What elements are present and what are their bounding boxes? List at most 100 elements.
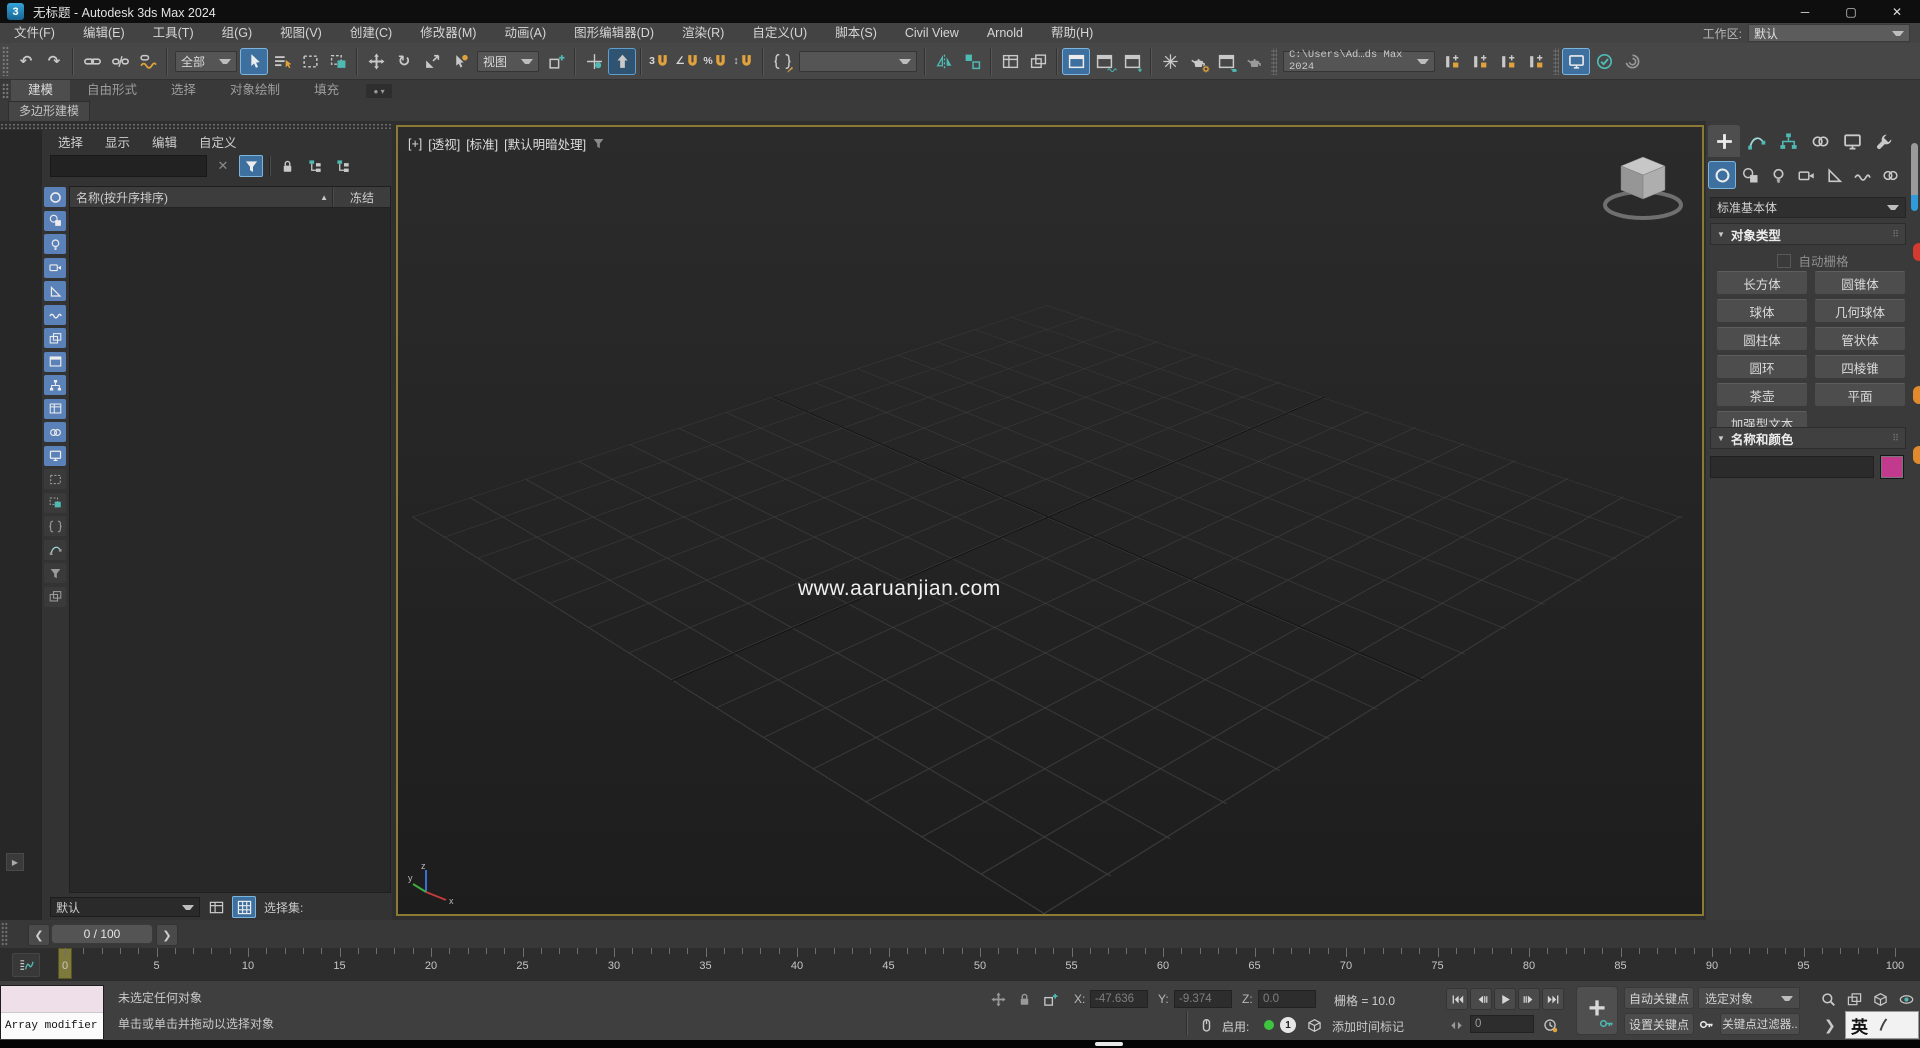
ime-indicator[interactable]: 英 bbox=[1845, 1011, 1919, 1039]
cat-systems-icon[interactable] bbox=[1876, 161, 1904, 189]
curve-editor-icon[interactable] bbox=[1090, 48, 1118, 75]
prev-frame-arrow-icon[interactable]: ❮ bbox=[28, 924, 50, 946]
explorer-menu-显示[interactable]: 显示 bbox=[105, 132, 130, 151]
mouse-icon[interactable] bbox=[1196, 1015, 1216, 1035]
create-button-四棱锥[interactable]: 四棱锥 bbox=[1814, 355, 1906, 379]
toggle-geometry-icon[interactable] bbox=[44, 187, 66, 207]
autogrid-checkbox[interactable] bbox=[1777, 254, 1791, 268]
snaps-toggle-3d-icon[interactable]: 3 bbox=[646, 48, 674, 75]
explorer-search-input[interactable] bbox=[50, 155, 207, 177]
script-row[interactable]: Array modifier bbox=[1, 1013, 103, 1039]
toggle-xrefs-icon[interactable] bbox=[44, 352, 66, 372]
create-button-圆柱体[interactable]: 圆柱体 bbox=[1716, 327, 1808, 351]
orbit-icon[interactable] bbox=[1896, 989, 1916, 1009]
toggle-particles-icon[interactable] bbox=[44, 422, 66, 442]
viewport-menu-standard[interactable]: [标准] bbox=[466, 134, 498, 153]
reference-coordinate-dropdown[interactable]: 视图 bbox=[477, 51, 539, 72]
toggle-expand-icon[interactable] bbox=[44, 516, 66, 536]
menu-item-11[interactable]: 自定义(U) bbox=[738, 23, 821, 43]
material-editor-icon[interactable] bbox=[1156, 48, 1184, 75]
spiral-icon[interactable] bbox=[1618, 48, 1646, 75]
ribbon-subtab-poly-modeling[interactable]: 多边形建模 bbox=[8, 101, 90, 121]
tab-create-icon[interactable] bbox=[1708, 125, 1740, 157]
maximize-button[interactable]: ▢ bbox=[1828, 0, 1874, 23]
time-tag-cube-icon[interactable] bbox=[1304, 1015, 1324, 1035]
tab-utilities-icon[interactable] bbox=[1868, 125, 1900, 157]
render-setup-icon[interactable] bbox=[1184, 48, 1212, 75]
toggle-spline-icon[interactable] bbox=[44, 540, 66, 560]
validate-check-icon[interactable] bbox=[1590, 48, 1618, 75]
menu-item-6[interactable]: 创建(C) bbox=[336, 23, 406, 43]
tab-display-icon[interactable] bbox=[1836, 125, 1868, 157]
set-key-big-button[interactable]: + bbox=[1576, 986, 1618, 1035]
create-button-长方体[interactable]: 长方体 bbox=[1716, 271, 1808, 295]
degradation-toggle[interactable]: 1 bbox=[1280, 1017, 1296, 1033]
toggle-containers-icon[interactable] bbox=[44, 399, 66, 419]
scrollbar-thumb[interactable] bbox=[1911, 143, 1918, 195]
create-button-几何球体[interactable]: 几何球体 bbox=[1814, 299, 1906, 323]
timeline-ruler[interactable]: 0 5 10 15 20 25 30 35 40 45 50 55 60 65 70 75 80 85 90 95 10… bbox=[0, 948, 1920, 980]
zoom-region-icon[interactable] bbox=[1844, 989, 1864, 1009]
tab-modify-icon[interactable] bbox=[1740, 125, 1772, 157]
prompt-arrow-icon[interactable]: ❯ bbox=[1824, 1017, 1836, 1034]
keyboard-override-icon[interactable] bbox=[608, 48, 636, 75]
z-coordinate-field[interactable]: 0.0 bbox=[1258, 990, 1316, 1008]
add-time-tag-text[interactable]: 添加时间标记 bbox=[1332, 1018, 1404, 1035]
select-by-name-icon[interactable] bbox=[268, 48, 296, 75]
close-button[interactable]: ✕ bbox=[1874, 0, 1920, 23]
current-frame-field[interactable]: 0 bbox=[1470, 1015, 1534, 1033]
create-button-圆锥体[interactable]: 圆锥体 bbox=[1814, 271, 1906, 295]
next-frame-button[interactable] bbox=[1518, 988, 1540, 1010]
next-frame-arrow-icon[interactable]: ❯ bbox=[156, 924, 178, 946]
toggle-hidden-icon[interactable] bbox=[44, 493, 66, 513]
minimize-button[interactable]: ─ bbox=[1782, 0, 1828, 23]
cat-space-warps-icon[interactable] bbox=[1848, 161, 1876, 189]
tab-hierarchy-icon[interactable] bbox=[1772, 125, 1804, 157]
rectangular-selection-region-icon[interactable] bbox=[296, 48, 324, 75]
key-filters-key-icon[interactable] bbox=[1696, 1014, 1716, 1034]
toggle-frozen-icon[interactable] bbox=[44, 469, 66, 489]
go-to-start-button[interactable] bbox=[1446, 988, 1468, 1010]
redo-icon[interactable]: ↷ bbox=[40, 48, 68, 75]
lock-icon[interactable] bbox=[275, 155, 299, 177]
rendered-frame-window-icon[interactable] bbox=[1212, 48, 1240, 75]
primitive-category-dropdown[interactable]: 标准基本体 bbox=[1710, 197, 1906, 218]
freeze-column-header[interactable]: 冻结 bbox=[334, 189, 390, 206]
graphics-window-icon[interactable] bbox=[1562, 48, 1590, 75]
mirror-icon[interactable] bbox=[930, 48, 958, 75]
viewport-filter-icon[interactable] bbox=[592, 137, 605, 150]
key-filters-button[interactable]: 关键点过滤器.. bbox=[1720, 1013, 1800, 1035]
menu-item-9[interactable]: 图形编辑器(D) bbox=[560, 23, 668, 43]
create-button-圆环[interactable]: 圆环 bbox=[1716, 355, 1808, 379]
toggle-bones-icon[interactable] bbox=[44, 375, 66, 395]
object-color-swatch[interactable] bbox=[1880, 455, 1904, 479]
menu-item-10[interactable]: 渲染(R) bbox=[668, 23, 738, 43]
spinner-snap-icon[interactable]: ↕ bbox=[730, 48, 758, 75]
zoom-extents-icon[interactable] bbox=[1870, 989, 1890, 1009]
cat-lights-icon[interactable] bbox=[1764, 161, 1792, 189]
menu-item-15[interactable]: 帮助(H) bbox=[1037, 23, 1107, 43]
ribbon-tab-选择[interactable]: 选择 bbox=[154, 80, 213, 101]
schematic-view-icon[interactable] bbox=[1118, 48, 1146, 75]
isolate-selection-icon[interactable] bbox=[988, 989, 1008, 1009]
select-and-manipulate-icon[interactable] bbox=[580, 48, 608, 75]
explorer-object-list[interactable]: 名称(按升序排序) ▲ 冻结 bbox=[69, 186, 391, 893]
explorer-preset-dropdown[interactable]: 默认 bbox=[50, 897, 200, 917]
panel-scrollbar[interactable] bbox=[1908, 121, 1920, 920]
window-crossing-icon[interactable] bbox=[324, 48, 352, 75]
explorer-menu-选择[interactable]: 选择 bbox=[58, 132, 83, 151]
collapse-tree-icon[interactable] bbox=[331, 155, 355, 177]
select-and-place-icon[interactable] bbox=[446, 48, 474, 75]
create-button-茶壶[interactable]: 茶壶 bbox=[1716, 383, 1808, 407]
cat-cameras-icon[interactable] bbox=[1792, 161, 1820, 189]
project-folder-dropdown[interactable]: C:\Users\Ad…ds Max 2024 bbox=[1283, 51, 1435, 72]
zoom-icon[interactable] bbox=[1818, 989, 1838, 1009]
time-configuration-icon[interactable] bbox=[1540, 1015, 1560, 1035]
x-coordinate-field[interactable]: -47.636 bbox=[1090, 990, 1148, 1008]
create-button-平面[interactable]: 平面 bbox=[1814, 383, 1906, 407]
expand-tree-icon[interactable] bbox=[303, 155, 327, 177]
viewport-menu-shading[interactable]: [默认明暗处理] bbox=[504, 134, 586, 153]
angle-snap-icon[interactable]: ∠ bbox=[674, 48, 702, 75]
create-button-球体[interactable]: 球体 bbox=[1716, 299, 1808, 323]
auto-key-button[interactable]: 自动关键点 bbox=[1624, 987, 1694, 1009]
